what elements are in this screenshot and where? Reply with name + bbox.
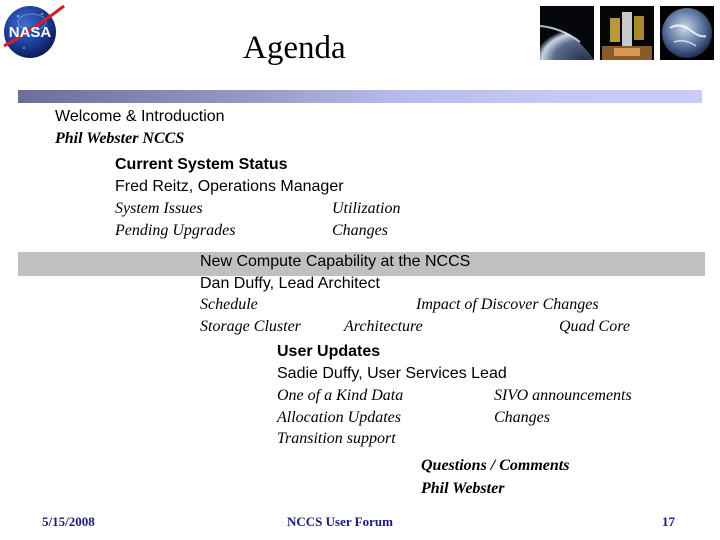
welcome-title: Welcome & Introduction — [55, 108, 225, 125]
svg-text:NASA: NASA — [9, 24, 52, 41]
topic-storage-cluster: Storage Cluster — [200, 318, 301, 335]
questions-title: Questions / Comments — [421, 457, 570, 474]
topic-transition-support: Transition support — [277, 430, 396, 447]
questions-presenter: Phil Webster — [421, 480, 505, 497]
page-title: Agenda — [243, 30, 346, 66]
page-number: 17 — [662, 514, 675, 529]
topic-architecture: Architecture — [344, 318, 423, 335]
welcome-presenter: Phil Webster NCCS — [55, 130, 185, 147]
system-status-title: Current System Status — [115, 156, 288, 173]
earth-globe-photo — [660, 6, 714, 60]
system-status-presenter: Fred Reitz, Operations Manager — [115, 178, 344, 195]
topic-quad-core: Quad Core — [559, 318, 630, 335]
topic-sivo-announcements: SIVO announcements — [494, 387, 632, 404]
header-divider-bar — [18, 90, 702, 103]
compute-title: New Compute Capability at the NCCS — [200, 253, 471, 270]
user-updates-presenter: Sadie Duffy, User Services Lead — [277, 365, 507, 382]
user-updates-title: User Updates — [277, 343, 381, 360]
topic-one-of-a-kind-data: One of a Kind Data — [277, 387, 404, 404]
compute-presenter: Dan Duffy, Lead Architect — [200, 275, 380, 292]
footer-event: NCCS User Forum — [287, 514, 393, 529]
hubble-telescope-photo — [600, 6, 654, 60]
topic-impact-of-discover-changes: Impact of Discover Changes — [416, 296, 599, 313]
topic-allocation-updates: Allocation Updates — [277, 409, 401, 426]
nasa-logo: NASA — [2, 2, 66, 64]
earth-limb-photo — [540, 6, 594, 60]
topic-changes-user: Changes — [494, 409, 550, 426]
topic-utilization: Utilization — [332, 200, 401, 217]
topic-changes: Changes — [332, 222, 388, 239]
footer-date: 5/15/2008 — [42, 514, 95, 529]
topic-system-issues: System Issues — [115, 200, 203, 217]
topic-pending-upgrades: Pending Upgrades — [115, 222, 236, 239]
topic-schedule: Schedule — [200, 296, 258, 313]
